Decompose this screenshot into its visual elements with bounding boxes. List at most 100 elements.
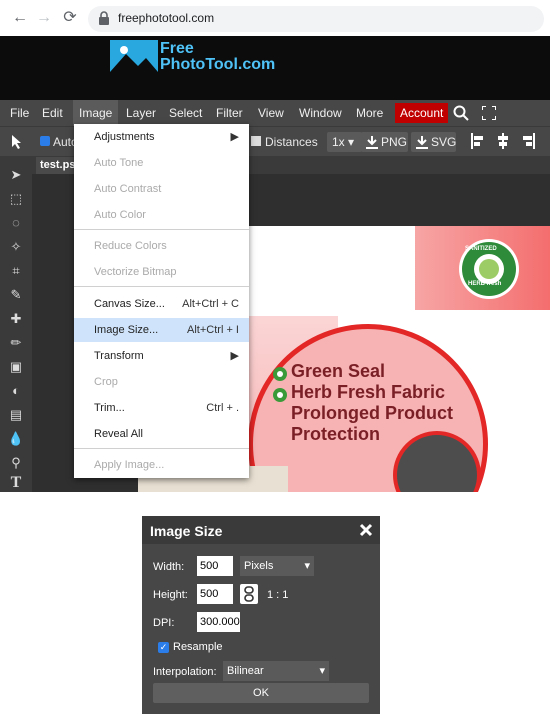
distances-checkbox[interactable] bbox=[251, 136, 261, 146]
menu-item-label: Reveal All bbox=[94, 428, 143, 440]
height-input[interactable]: 500 bbox=[197, 584, 233, 604]
download-icon bbox=[366, 136, 378, 149]
crop-tool-icon[interactable]: ⌗ bbox=[6, 262, 26, 280]
menu-item-adjustments[interactable]: Adjustments ▶ bbox=[74, 125, 249, 149]
brush-tool-icon[interactable]: ✏ bbox=[6, 334, 26, 352]
export-png-button[interactable]: PNG bbox=[361, 132, 408, 152]
resample-checkbox[interactable]: ✓ bbox=[158, 642, 169, 653]
menu-select[interactable]: Select bbox=[163, 100, 208, 126]
tools-panel: ➤ ⬚ ◌ ✧ ⌗ ✎ ✚ ✏ ▣ ◐ ▤ 💧 ⚲ T bbox=[0, 156, 32, 492]
menu-item-shortcut: Ctrl + . bbox=[206, 402, 239, 414]
download-icon bbox=[416, 136, 428, 149]
width-label: Width: bbox=[153, 561, 185, 573]
seal-top-text: SANITIZED bbox=[465, 246, 497, 252]
menu-item-label: Auto Contrast bbox=[94, 183, 162, 195]
menu-item-label: Trim... bbox=[94, 402, 125, 414]
menu-window[interactable]: Window bbox=[293, 100, 348, 126]
menu-item-canvas-size[interactable]: Canvas Size... Alt+Ctrl + C bbox=[74, 292, 249, 316]
clone-stamp-icon[interactable]: ▣ bbox=[6, 358, 26, 376]
document-tab[interactable]: test.ps bbox=[36, 157, 80, 174]
chevron-down-icon: ▾ bbox=[319, 665, 325, 677]
search-icon[interactable] bbox=[453, 105, 469, 121]
aspect-link-button[interactable] bbox=[240, 584, 258, 604]
menu-separator bbox=[74, 448, 249, 449]
menu-item-label: Image Size... bbox=[94, 324, 159, 336]
width-input[interactable]: 500 bbox=[197, 556, 233, 576]
svg-label: SVG bbox=[431, 135, 457, 149]
height-label: Height: bbox=[153, 589, 188, 601]
menu-item-label: Vectorize Bitmap bbox=[94, 266, 177, 278]
menubar: File Edit Image Layer Select Filter View… bbox=[0, 100, 550, 126]
chevron-down-icon: ▾ bbox=[304, 560, 310, 572]
zoom-value: 1x bbox=[332, 135, 345, 149]
chain-link-icon bbox=[244, 586, 254, 602]
menu-item-transform[interactable]: Transform ▶ bbox=[74, 344, 249, 368]
menu-item-auto-contrast: Auto Contrast bbox=[74, 177, 249, 201]
unit-select[interactable]: Pixels ▾ bbox=[240, 556, 314, 576]
png-label: PNG bbox=[381, 135, 408, 149]
check-bullet-icon bbox=[273, 388, 287, 402]
menu-filter[interactable]: Filter bbox=[210, 100, 249, 126]
menu-item-label: Auto Tone bbox=[94, 157, 144, 169]
headline-line-4: Protection bbox=[291, 424, 381, 444]
ok-button[interactable]: OK bbox=[153, 683, 369, 703]
account-button[interactable]: Account bbox=[395, 103, 449, 123]
interpolation-select[interactable]: Bilinear ▾ bbox=[223, 661, 329, 681]
menu-item-trim[interactable]: Trim... Ctrl + . bbox=[74, 396, 249, 420]
aspect-ratio-text: 1 : 1 bbox=[267, 589, 289, 601]
auto-select-checkbox[interactable] bbox=[40, 136, 50, 146]
menu-edit[interactable]: Edit bbox=[36, 100, 69, 126]
zoom-select[interactable]: 1x ▾ bbox=[327, 132, 362, 152]
menu-layer[interactable]: Layer bbox=[120, 100, 162, 126]
menu-view[interactable]: View bbox=[252, 100, 290, 126]
eyedropper-icon[interactable]: ✎ bbox=[6, 286, 26, 304]
text-tool-icon[interactable]: T bbox=[6, 474, 26, 492]
lasso-tool-icon[interactable]: ◌ bbox=[6, 214, 26, 232]
resample-label: Resample bbox=[173, 641, 223, 653]
menu-item-reduce-colors: Reduce Colors bbox=[74, 234, 249, 258]
browser-bar: ← → ⟳ freephototool.com bbox=[0, 0, 550, 37]
unit-value: Pixels bbox=[244, 560, 274, 572]
headline-line-2: Herb Fresh Fabric bbox=[291, 382, 446, 402]
marquee-tool-icon[interactable]: ⬚ bbox=[6, 190, 26, 208]
menu-more[interactable]: More bbox=[350, 100, 389, 126]
eraser-tool-icon[interactable]: ◐ bbox=[6, 382, 26, 400]
dpi-input[interactable]: 300.000 bbox=[197, 612, 240, 632]
blur-tool-icon[interactable]: 💧 bbox=[6, 430, 26, 448]
export-svg-button[interactable]: SVG bbox=[411, 132, 456, 152]
align-center-icon[interactable] bbox=[496, 133, 510, 149]
menu-item-shortcut: Alt+Ctrl + C bbox=[182, 298, 239, 310]
address-bar[interactable]: freephototool.com bbox=[88, 6, 544, 32]
magic-wand-icon[interactable]: ✧ bbox=[6, 238, 26, 256]
healing-brush-icon[interactable]: ✚ bbox=[6, 310, 26, 328]
menu-item-vectorize-bitmap: Vectorize Bitmap bbox=[74, 260, 249, 284]
menu-item-apply-image: Apply Image... bbox=[74, 453, 249, 477]
reload-icon[interactable]: ⟳ bbox=[60, 8, 80, 28]
align-left-icon[interactable] bbox=[470, 133, 484, 149]
menu-item-image-size[interactable]: Image Size... Alt+Ctrl + I bbox=[74, 318, 249, 342]
distances-label: Distances bbox=[265, 135, 318, 149]
menu-item-label: Apply Image... bbox=[94, 459, 165, 471]
submenu-arrow-icon: ▶ bbox=[230, 350, 239, 362]
move-tool-icon[interactable]: ➤ bbox=[6, 166, 26, 184]
move-tool-icon[interactable] bbox=[10, 133, 28, 151]
dodge-tool-icon[interactable]: ⚲ bbox=[6, 454, 26, 472]
fullscreen-icon[interactable] bbox=[482, 106, 496, 120]
menu-image[interactable]: Image bbox=[73, 100, 119, 126]
menu-item-label: Reduce Colors bbox=[94, 240, 167, 252]
menu-separator bbox=[74, 286, 249, 287]
interpolation-label: Interpolation: bbox=[153, 666, 217, 678]
headline-line-1: Green Seal bbox=[291, 361, 386, 381]
menu-item-label: Auto Color bbox=[94, 209, 146, 221]
close-icon[interactable] bbox=[359, 523, 373, 537]
menu-file[interactable]: File bbox=[4, 100, 35, 126]
seal-bottom-text: HERB fresh bbox=[468, 281, 502, 287]
forward-icon[interactable]: → bbox=[34, 8, 54, 28]
gradient-tool-icon[interactable]: ▤ bbox=[6, 406, 26, 424]
align-right-icon[interactable] bbox=[522, 133, 536, 149]
menu-item-label: Adjustments bbox=[94, 131, 155, 143]
submenu-arrow-icon: ▶ bbox=[230, 131, 239, 143]
back-icon[interactable]: ← bbox=[10, 8, 30, 28]
menu-item-reveal-all[interactable]: Reveal All bbox=[74, 422, 249, 446]
dialog-titlebar: Image Size bbox=[142, 516, 380, 544]
